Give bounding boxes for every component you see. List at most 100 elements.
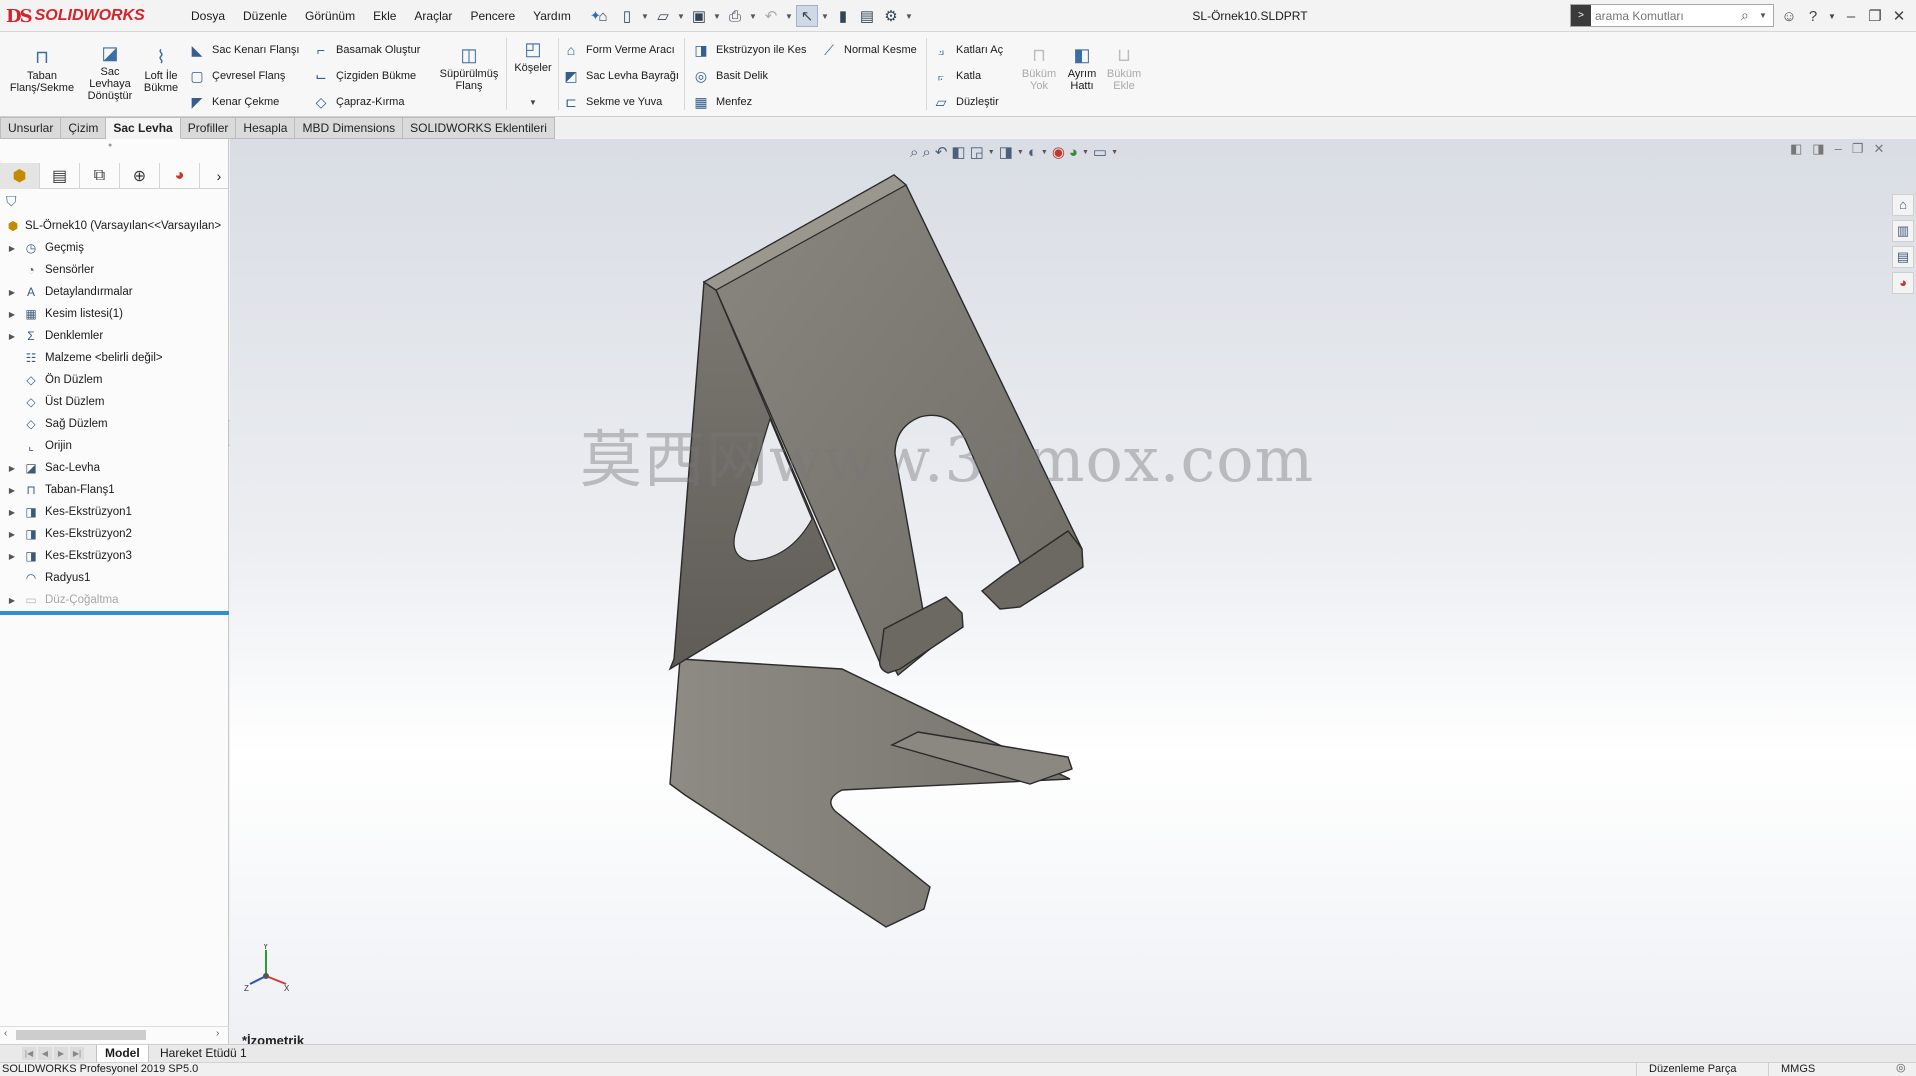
tab-and-slot-button[interactable]: ⊏ Sekme ve Yuva bbox=[562, 91, 662, 113]
tree-item[interactable]: ▶ ⊓ Taban-Flanş1 bbox=[0, 479, 229, 501]
new-document-icon[interactable]: ▯ bbox=[616, 5, 638, 27]
traffic-light-icon[interactable]: ▮ bbox=[832, 5, 854, 27]
normal-cut-button[interactable]: ⟋ Normal Kesme bbox=[820, 39, 917, 61]
home-icon[interactable]: ⌂ bbox=[592, 5, 614, 27]
undo-dropdown-icon[interactable]: ▼ bbox=[784, 12, 794, 21]
sheet-metal-gusset-button[interactable]: ◩ Sac Levha Bayrağı bbox=[562, 65, 679, 87]
scroll-left-icon[interactable]: ‹ bbox=[4, 1028, 7, 1039]
menu-view[interactable]: Görünüm bbox=[296, 9, 364, 23]
search-dropdown-icon[interactable]: ▼ bbox=[1759, 11, 1769, 20]
open-dropdown-icon[interactable]: ▼ bbox=[676, 12, 686, 21]
sheet-metal-part-model[interactable] bbox=[230, 139, 1916, 1044]
tree-item[interactable]: ▶ Σ Denklemler bbox=[0, 325, 229, 347]
tree-item[interactable]: ◇ Ön Düzlem bbox=[0, 369, 229, 391]
tab-weldments[interactable]: Profiller bbox=[180, 117, 237, 139]
save-dropdown-icon[interactable]: ▼ bbox=[712, 12, 722, 21]
tab-solidworks-addins[interactable]: SOLIDWORKS Eklentileri bbox=[403, 117, 555, 139]
flatten-button[interactable]: ▱ Düzleştir bbox=[932, 91, 999, 113]
tab-sheet-metal[interactable]: Sac Levha bbox=[106, 117, 181, 139]
tree-item[interactable]: ▶ A Detaylandırmalar bbox=[0, 281, 229, 303]
expand-arrow-icon[interactable]: ▶ bbox=[6, 310, 18, 319]
options-dropdown-icon[interactable]: ▼ bbox=[904, 12, 914, 21]
panel-grip-icon[interactable]: ● bbox=[108, 142, 116, 149]
tree-item[interactable]: ⌞ Orijin bbox=[0, 435, 229, 457]
tree-item[interactable]: ▶ ▦ Kesim listesi(1) bbox=[0, 303, 229, 325]
tab-features[interactable]: Unsurlar bbox=[0, 117, 62, 139]
insert-bends-button[interactable]: ⊔ Büküm Ekle bbox=[1104, 44, 1144, 92]
tree-item[interactable]: ☷ Malzeme <belirli değil> bbox=[0, 347, 229, 369]
sketched-bend-button[interactable]: ⌙ Çizgiden Bükme bbox=[312, 65, 416, 87]
select-pointer-icon[interactable]: ↖ bbox=[796, 5, 818, 27]
tree-item[interactable]: ▶ ◨ Kes-Ekstrüzyon1 bbox=[0, 501, 229, 523]
rollback-bar[interactable] bbox=[0, 611, 229, 615]
search-input[interactable] bbox=[1591, 8, 1741, 23]
base-flange-button[interactable]: ⊓ Taban Flanş/Sekme bbox=[6, 46, 78, 94]
tree-item[interactable]: ▶ ◨ Kes-Ekstrüzyon3 bbox=[0, 545, 229, 567]
tree-item[interactable]: ▶ ◪ Sac-Levha bbox=[0, 457, 229, 479]
tree-item[interactable]: ▶ ◷ Geçmiş bbox=[0, 237, 229, 259]
tab-mbd-dimensions[interactable]: MBD Dimensions bbox=[295, 117, 404, 139]
tab-motion-study-1[interactable]: Hareket Etüdü 1 bbox=[152, 1045, 255, 1063]
menu-tools[interactable]: Araçlar bbox=[405, 9, 461, 23]
property-manager-tab-icon[interactable]: ▤ bbox=[40, 163, 80, 189]
scroll-thumb[interactable] bbox=[16, 1030, 146, 1040]
extruded-cut-button[interactable]: ◨ Ekstrüzyon ile Kes bbox=[692, 39, 806, 61]
hem-button[interactable]: ◤ Kenar Çekme bbox=[188, 91, 280, 113]
fold-button[interactable]: ⟔ Katla bbox=[932, 65, 981, 87]
corners-dropdown-icon[interactable]: ▼ bbox=[529, 98, 537, 107]
cross-break-button[interactable]: ◇ Çapraz-Kırma bbox=[312, 91, 405, 113]
convert-to-sheet-metal-button[interactable]: ◪ Sac Levhaya Dönüştür bbox=[80, 42, 140, 102]
configuration-manager-tab-icon[interactable]: ⧉ bbox=[80, 163, 120, 189]
swept-flange-button[interactable]: ◫ Süpürülmüş Flanş bbox=[436, 44, 502, 92]
print-dropdown-icon[interactable]: ▼ bbox=[748, 12, 758, 21]
first-tab-icon[interactable]: |◀ bbox=[22, 1047, 36, 1060]
minimize-icon[interactable]: – bbox=[1842, 8, 1860, 25]
feature-manager-tab-icon[interactable]: ⬢ bbox=[0, 163, 40, 189]
expand-arrow-icon[interactable]: ▶ bbox=[6, 596, 18, 605]
lofted-bend-button[interactable]: ⌇ Loft İle Bükme bbox=[140, 46, 182, 94]
dimxpert-manager-tab-icon[interactable]: ⊕ bbox=[120, 163, 160, 189]
user-icon[interactable]: ☺ bbox=[1780, 8, 1798, 25]
scroll-right-icon[interactable]: › bbox=[216, 1028, 219, 1039]
close-icon[interactable]: ✕ bbox=[1890, 7, 1908, 25]
help-icon[interactable]: ? bbox=[1804, 8, 1822, 25]
menu-insert[interactable]: Ekle bbox=[364, 9, 405, 23]
next-tab-icon[interactable]: ▶ bbox=[54, 1047, 68, 1060]
corners-button[interactable]: ◰ Köşeler bbox=[510, 38, 556, 74]
menu-file[interactable]: Dosya bbox=[182, 9, 234, 23]
chevron-right-icon[interactable]: › bbox=[209, 163, 229, 188]
last-tab-icon[interactable]: ▶| bbox=[70, 1047, 84, 1060]
tree-root[interactable]: ⬢ SL-Örnek10 (Varsayılan<<Varsayılan> bbox=[0, 215, 229, 237]
expand-arrow-icon[interactable]: ▶ bbox=[6, 464, 18, 473]
select-dropdown-icon[interactable]: ▼ bbox=[820, 12, 830, 21]
tree-item[interactable]: ◔ Sensörler bbox=[0, 259, 229, 281]
graphics-area[interactable]: ⌕ ⌕ ↶ ◧ ◲ ▼ ◨ ▼ ◐ ▼ ◉ ◕ ▼ ▭ ▼ ◧ ◨ – ❐ ✕ … bbox=[230, 139, 1916, 1044]
display-manager-tab-icon[interactable]: ◕ bbox=[160, 163, 200, 189]
tree-item[interactable]: ◇ Üst Düzlem bbox=[0, 391, 229, 413]
menu-edit[interactable]: Düzenle bbox=[234, 9, 296, 23]
menu-help[interactable]: Yardım bbox=[524, 9, 580, 23]
undo-icon[interactable]: ↶ bbox=[760, 5, 782, 27]
expand-arrow-icon[interactable]: ▶ bbox=[6, 530, 18, 539]
save-icon[interactable]: ▣ bbox=[688, 5, 710, 27]
file-properties-icon[interactable]: ▤ bbox=[856, 5, 878, 27]
unit-system-selector[interactable]: MMGS bbox=[1768, 1063, 1815, 1076]
tree-item[interactable]: ◠ Radyus1 bbox=[0, 567, 229, 589]
open-icon[interactable]: ▱ bbox=[652, 5, 674, 27]
solidworks-logo[interactable]: DS SOLIDWORKS bbox=[6, 3, 156, 29]
vent-button[interactable]: ▦ Menfez bbox=[692, 91, 752, 113]
expand-arrow-icon[interactable]: ▶ bbox=[6, 552, 18, 561]
no-bends-button[interactable]: ⊓ Büküm Yok bbox=[1018, 44, 1060, 92]
rip-button[interactable]: ◧ Ayrım Hattı bbox=[1064, 44, 1100, 92]
command-prompt-icon[interactable]: > bbox=[1571, 5, 1591, 26]
panel-horizontal-scrollbar[interactable]: ‹ › bbox=[0, 1026, 229, 1042]
simple-hole-button[interactable]: ◎ Basit Delik bbox=[692, 65, 768, 87]
tree-item[interactable]: ◇ Sağ Düzlem bbox=[0, 413, 229, 435]
menu-window[interactable]: Pencere bbox=[461, 9, 524, 23]
print-icon[interactable]: ⎙ bbox=[724, 5, 746, 27]
search-icon[interactable]: ⌕ bbox=[1741, 7, 1759, 24]
tab-evaluate[interactable]: Hesapla bbox=[236, 117, 296, 139]
options-gear-icon[interactable]: ⚙ bbox=[880, 5, 902, 27]
rebuild-status-icon[interactable]: ◎ bbox=[1896, 1062, 1906, 1075]
unfold-button[interactable]: ⟓ Katları Aç bbox=[932, 39, 1003, 61]
